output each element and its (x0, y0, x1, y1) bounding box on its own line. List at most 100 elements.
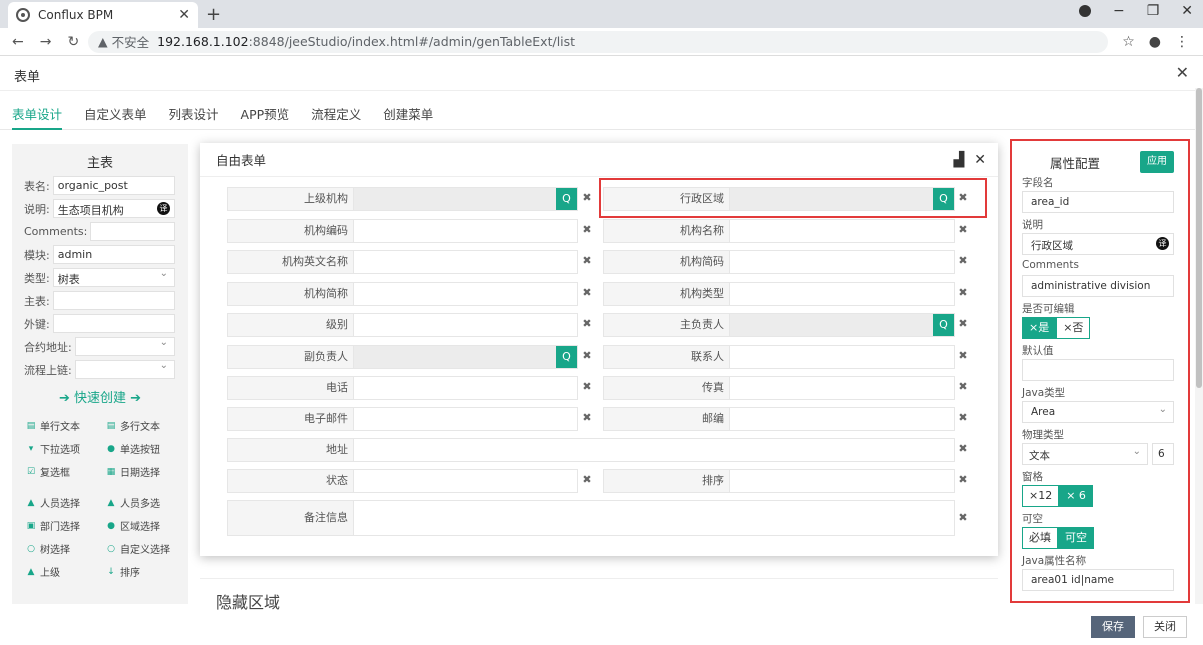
quick-create-button[interactable]: ➔ 快速创建 ➔ (12, 387, 188, 406)
page-scrollbar[interactable] (1195, 88, 1203, 604)
search-icon[interactable]: Q (556, 188, 577, 210)
java-type-select[interactable]: Area (1022, 401, 1174, 423)
field-name-input[interactable]: area_id (1022, 191, 1174, 213)
field-org-english-name[interactable]: 机构英文名称 (227, 250, 578, 274)
field-org-short-name[interactable]: 机构简称 (227, 282, 578, 306)
delete-icon[interactable]: ✖ (581, 380, 593, 393)
field-value[interactable] (353, 283, 577, 305)
grid-12-option[interactable]: ×12 (1022, 485, 1060, 507)
tab-list-design[interactable]: 列表设计 (169, 96, 219, 130)
required-option[interactable]: 必填 (1022, 527, 1058, 549)
field-org-name[interactable]: 机构名称 (603, 219, 955, 243)
new-tab-icon[interactable]: + (206, 4, 221, 25)
contract-address-select[interactable] (74, 337, 175, 356)
field-value[interactable] (729, 283, 954, 305)
browser-tab-close-icon[interactable]: ✕ (178, 7, 190, 23)
field-remarks[interactable]: 备注信息 (227, 500, 955, 536)
physical-type-select[interactable]: 文本 (1022, 443, 1148, 465)
delete-icon[interactable]: ✖ (581, 317, 593, 330)
translate-icon[interactable]: 译 (157, 202, 170, 215)
component-multi-text[interactable]: ▤ 多行文本 (106, 414, 186, 437)
field-value[interactable] (353, 470, 577, 492)
component-custom-select[interactable]: ○ 自定义选择 (106, 537, 186, 560)
foreign-key-input[interactable] (52, 314, 175, 333)
delete-icon[interactable]: ✖ (581, 411, 593, 424)
tab-flow-definition[interactable]: 流程定义 (311, 96, 361, 130)
editable-yes-option[interactable]: ×是 (1022, 317, 1057, 339)
field-value[interactable] (729, 470, 954, 492)
delete-icon[interactable]: ✖ (957, 511, 969, 524)
save-button[interactable]: 保存 (1091, 616, 1135, 638)
delete-icon[interactable]: ✖ (581, 191, 593, 204)
tab-create-menu[interactable]: 创建菜单 (383, 96, 433, 130)
back-icon[interactable]: ← (12, 34, 24, 50)
field-status[interactable]: 状态 (227, 469, 578, 493)
component-users-select[interactable]: ▲ 人员多选 (106, 491, 186, 514)
minimize-icon[interactable]: − (1113, 3, 1125, 19)
delete-icon[interactable]: ✖ (957, 380, 969, 393)
module-input[interactable]: admin (52, 245, 175, 264)
field-value[interactable] (729, 220, 954, 242)
field-value[interactable] (353, 188, 577, 210)
delete-icon[interactable]: ✖ (957, 317, 969, 330)
delete-icon[interactable]: ✖ (581, 254, 593, 267)
tab-form-design[interactable]: 表单设计 (12, 96, 63, 130)
component-user-select[interactable]: ▲ 人员选择 (26, 491, 106, 514)
field-contact[interactable]: 联系人 (603, 345, 955, 369)
field-email[interactable]: 电子邮件 (227, 407, 578, 431)
translate-icon[interactable]: 译 (1156, 237, 1169, 250)
editable-no-option[interactable]: ×否 (1056, 317, 1091, 339)
delete-icon[interactable]: ✖ (957, 286, 969, 299)
component-dropdown[interactable]: ▾ 下拉选项 (26, 437, 106, 460)
field-sort[interactable]: 排序 (603, 469, 955, 493)
field-value[interactable] (353, 220, 577, 242)
component-dept-select[interactable]: ▣ 部门选择 (26, 514, 106, 537)
account-icon[interactable]: ● (1149, 34, 1161, 50)
field-value[interactable] (353, 439, 954, 461)
scrollbar-thumb[interactable] (1196, 88, 1202, 388)
field-org-code[interactable]: 机构编码 (227, 219, 578, 243)
field-postcode[interactable]: 邮编 (603, 407, 955, 431)
table-name-input[interactable]: organic_post (52, 176, 175, 195)
field-level[interactable]: 级别 (227, 313, 578, 337)
default-value-input[interactable] (1022, 359, 1174, 381)
delete-icon[interactable]: ✖ (957, 223, 969, 236)
field-value[interactable] (353, 314, 577, 336)
nullable-option[interactable]: 可空 (1058, 527, 1094, 549)
search-icon[interactable]: Q (556, 346, 577, 368)
browser-tab[interactable]: Conflux BPM ✕ (8, 2, 198, 28)
type-select[interactable]: 树表 (52, 268, 175, 287)
delete-icon[interactable]: ✖ (957, 349, 969, 362)
java-attr-input[interactable]: area01 id|name (1022, 569, 1174, 591)
menu-icon[interactable]: ⋮ (1175, 34, 1189, 50)
app-close-icon[interactable]: ✕ (1176, 63, 1189, 82)
window-close-icon[interactable]: ✕ (1181, 3, 1193, 19)
tab-app-preview[interactable]: APP预览 (241, 96, 290, 130)
grid-6-option[interactable]: × 6 (1059, 485, 1093, 507)
comments-input[interactable]: administrative division (1022, 275, 1174, 297)
field-value[interactable] (729, 314, 954, 336)
bookmark-star-icon[interactable]: ☆ (1122, 34, 1135, 50)
field-value[interactable] (353, 377, 577, 399)
restore-icon[interactable]: ❐ (1147, 3, 1160, 19)
component-single-text[interactable]: ▤ 单行文本 (26, 414, 106, 437)
reload-icon[interactable]: ↻ (67, 34, 79, 50)
delete-icon[interactable]: ✖ (581, 223, 593, 236)
physical-length-input[interactable]: 6 (1152, 443, 1174, 465)
close-button[interactable]: 关闭 (1143, 616, 1187, 638)
tab-custom-form[interactable]: 自定义表单 (84, 96, 147, 130)
field-value[interactable] (729, 346, 954, 368)
component-area-select[interactable]: ● 区域选择 (106, 514, 186, 537)
delete-icon[interactable]: ✖ (957, 473, 969, 486)
desc-input[interactable]: 行政区域 译 (1022, 233, 1174, 255)
delete-icon[interactable]: ✖ (581, 473, 593, 486)
delete-icon[interactable]: ✖ (957, 254, 969, 267)
field-deputy-manager[interactable]: 副负责人 Q (227, 345, 578, 369)
field-fax[interactable]: 传真 (603, 376, 955, 400)
delete-icon[interactable]: ✖ (581, 349, 593, 362)
field-value[interactable] (353, 501, 954, 535)
forward-icon[interactable]: → (40, 34, 52, 50)
field-org-type[interactable]: 机构类型 (603, 282, 955, 306)
apply-button[interactable]: 应用 (1140, 151, 1174, 173)
delete-icon[interactable]: ✖ (957, 442, 969, 455)
